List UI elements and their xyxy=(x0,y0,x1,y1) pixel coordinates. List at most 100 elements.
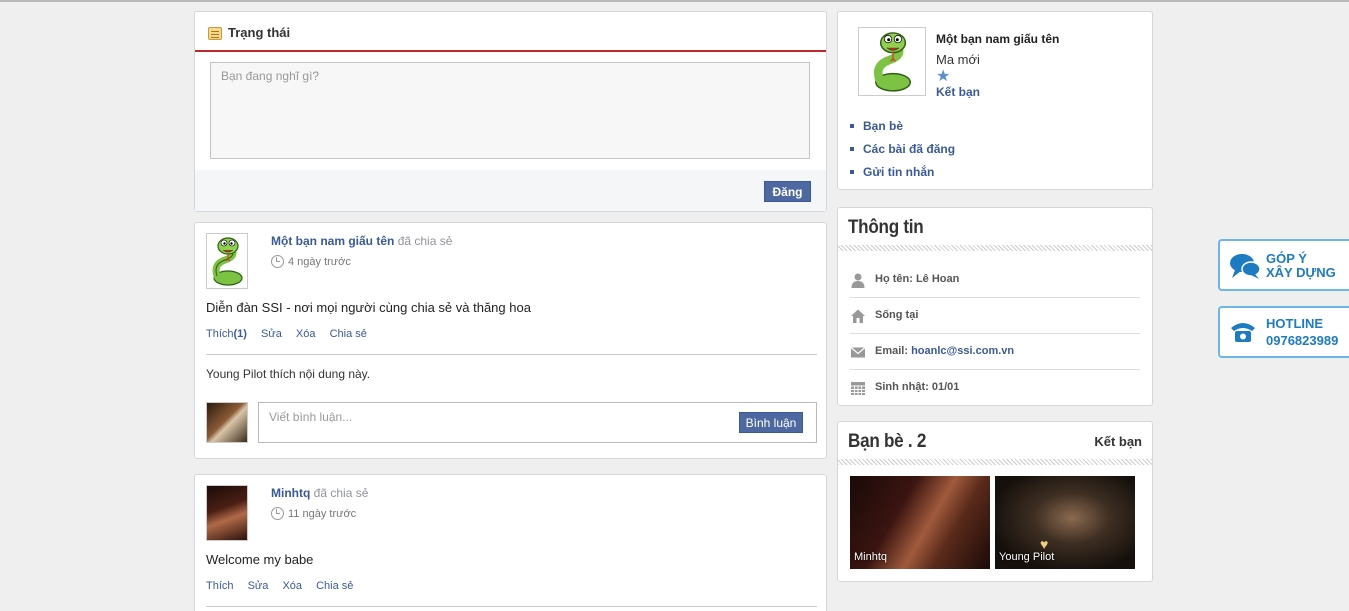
post-author-line: Một bạn nam giấu tên đã chia sẻ xyxy=(271,234,452,248)
delete-action[interactable]: Xóa xyxy=(282,580,302,592)
post-button[interactable]: Đăng xyxy=(764,181,811,202)
info-text: Sống tại xyxy=(875,309,918,321)
star-icon: ★ xyxy=(936,68,951,85)
profile-links: Bạn bè Các bài đã đăng Gửi tin nhắn xyxy=(850,119,955,188)
friends-title: Bạn bè . 2 xyxy=(848,431,927,452)
snake-avatar-icon xyxy=(212,237,243,286)
divider xyxy=(206,354,817,355)
post-author[interactable]: Minhtq xyxy=(271,486,310,500)
avatar[interactable] xyxy=(206,233,248,289)
mail-icon xyxy=(850,347,866,358)
profile-link-label: Gửi tin nhắn xyxy=(863,165,935,179)
info-row-email: Email: hoanlc@ssi.com.vn xyxy=(850,334,1140,370)
info-label: Sống tại xyxy=(875,309,919,321)
home-icon xyxy=(851,309,865,323)
post-actions: Thích Sửa Xóa Chia sẻ xyxy=(206,580,364,592)
post-body: Diễn đàn SSI - nơi mọi người cùng chia s… xyxy=(206,300,531,315)
avatar[interactable] xyxy=(206,485,248,541)
profile-card: Một bạn nam giấu tên Ma mới ★ Kết bạn Bạ… xyxy=(837,11,1153,190)
hotline-label: HOTLINE 0976823989 xyxy=(1266,317,1338,351)
post-time-text: 4 ngày trước xyxy=(288,256,351,268)
divider xyxy=(206,606,817,607)
info-label: Sinh nhật: xyxy=(875,381,929,393)
info-row-birthday: Sinh nhật: 01/01 xyxy=(850,370,1140,406)
friend-name: Young Pilot xyxy=(999,551,1055,563)
phone-icon xyxy=(1231,323,1255,342)
comment-button[interactable]: Bình luận xyxy=(739,412,803,433)
info-text: Email: hoanlc@ssi.com.vn xyxy=(875,345,1014,357)
post-time: 11 ngày trước xyxy=(271,507,356,520)
info-row-address: Sống tại xyxy=(850,298,1140,334)
post-shared-text: đã chia sẻ xyxy=(397,234,453,248)
calendar-icon xyxy=(851,382,865,395)
share-action[interactable]: Chia sẻ xyxy=(316,580,353,592)
post: Một bạn nam giấu tên đã chia sẻ 4 ngày t… xyxy=(194,222,827,459)
like-label: Thích xyxy=(206,328,234,340)
like-action[interactable]: Thích(1) xyxy=(206,328,247,340)
friends-card: Bạn bè . 2 Kết bạn Minhtq ♥ Young Pilot xyxy=(837,421,1153,582)
info-row-name: Họ tên: Lê Hoan xyxy=(850,262,1140,298)
post-body: Welcome my babe xyxy=(206,552,314,567)
friend-tile[interactable]: ♥ Young Pilot xyxy=(995,476,1135,569)
info-value[interactable]: hoanlc@ssi.com.vn xyxy=(911,345,1014,357)
like-action[interactable]: Thích xyxy=(206,580,234,592)
post-author-line: Minhtq đã chia sẻ xyxy=(271,486,368,500)
info-label: Họ tên: xyxy=(875,273,913,285)
comment-input[interactable]: Viết bình luận... xyxy=(258,402,817,443)
friend-tile[interactable]: Minhtq xyxy=(850,476,990,569)
profile-rank: Ma mới xyxy=(936,52,980,67)
post: Minhtq đã chia sẻ 11 ngày trước Welcome … xyxy=(194,474,827,611)
snake-avatar-icon xyxy=(873,32,911,92)
info-card: Thông tin Họ tên: Lê Hoan Sống tại Email… xyxy=(837,207,1153,406)
profile-link-label: Các bài đã đăng xyxy=(863,142,956,156)
info-label: Email: xyxy=(875,345,909,357)
status-composer: Trạng thái Bạn đang nghĩ gì? Đăng xyxy=(194,11,827,212)
post-author[interactable]: Một bạn nam giấu tên xyxy=(271,234,394,248)
hotline-widget[interactable]: HOTLINE 0976823989 xyxy=(1218,306,1349,358)
chat-bubbles-icon xyxy=(1230,254,1261,279)
status-title: Trạng thái xyxy=(228,25,291,40)
clock-icon xyxy=(271,507,284,520)
feedback-line1: GÓP Ý xyxy=(1266,251,1307,266)
likes-text: Young Pilot thích nội dung này. xyxy=(206,367,371,381)
profile-name: Một bạn nam giấu tên xyxy=(936,32,1060,46)
share-action[interactable]: Chia sẻ xyxy=(330,328,367,340)
feedback-line2: XÂY DỰNG xyxy=(1266,265,1336,280)
heart-icon: ♥ xyxy=(1040,536,1049,552)
post-shared-text: đã chia sẻ xyxy=(313,486,369,500)
feedback-widget[interactable]: GÓP Ý XÂY DỰNG xyxy=(1218,239,1349,291)
status-footer: Đăng xyxy=(195,170,826,211)
post-time-text: 11 ngày trước xyxy=(288,508,357,520)
status-header: Trạng thái xyxy=(195,12,826,52)
hotline-number: 0976823989 xyxy=(1266,333,1339,348)
profile-link-message[interactable]: Gửi tin nhắn xyxy=(850,165,955,188)
edit-action[interactable]: Sửa xyxy=(248,580,269,592)
info-title: Thông tin xyxy=(848,217,924,238)
post-time: 4 ngày trước xyxy=(271,255,351,268)
info-value: 01/01 xyxy=(931,381,960,393)
status-input[interactable]: Bạn đang nghĩ gì? xyxy=(210,62,810,159)
top-border xyxy=(0,0,1349,2)
delete-action[interactable]: Xóa xyxy=(296,328,316,340)
info-text: Họ tên: Lê Hoan xyxy=(875,273,959,285)
commenter-avatar xyxy=(206,402,248,443)
note-icon xyxy=(208,27,222,40)
friend-name: Minhtq xyxy=(854,551,888,563)
person-icon xyxy=(851,273,865,288)
profile-link-label: Bạn bè xyxy=(863,119,904,133)
post-actions: Thích(1) Sửa Xóa Chia sẻ xyxy=(206,328,378,340)
edit-action[interactable]: Sửa xyxy=(261,328,282,340)
hatch-divider xyxy=(838,245,1152,251)
add-friend-link[interactable]: Kết bạn xyxy=(936,85,980,99)
profile-avatar[interactable] xyxy=(858,27,926,96)
info-text: Sinh nhật: 01/01 xyxy=(875,381,959,393)
clock-icon xyxy=(271,255,284,268)
add-friend-link[interactable]: Kết bạn xyxy=(1094,434,1142,449)
profile-link-posts[interactable]: Các bài đã đăng xyxy=(850,142,955,165)
hatch-divider xyxy=(838,459,1152,465)
profile-link-friends[interactable]: Bạn bè xyxy=(850,119,955,142)
info-value: Lê Hoan xyxy=(915,273,960,285)
feedback-label: GÓP Ý XÂY DỰNG xyxy=(1266,252,1336,280)
like-count: (1) xyxy=(233,328,247,340)
hotline-title: HOTLINE xyxy=(1266,316,1324,331)
